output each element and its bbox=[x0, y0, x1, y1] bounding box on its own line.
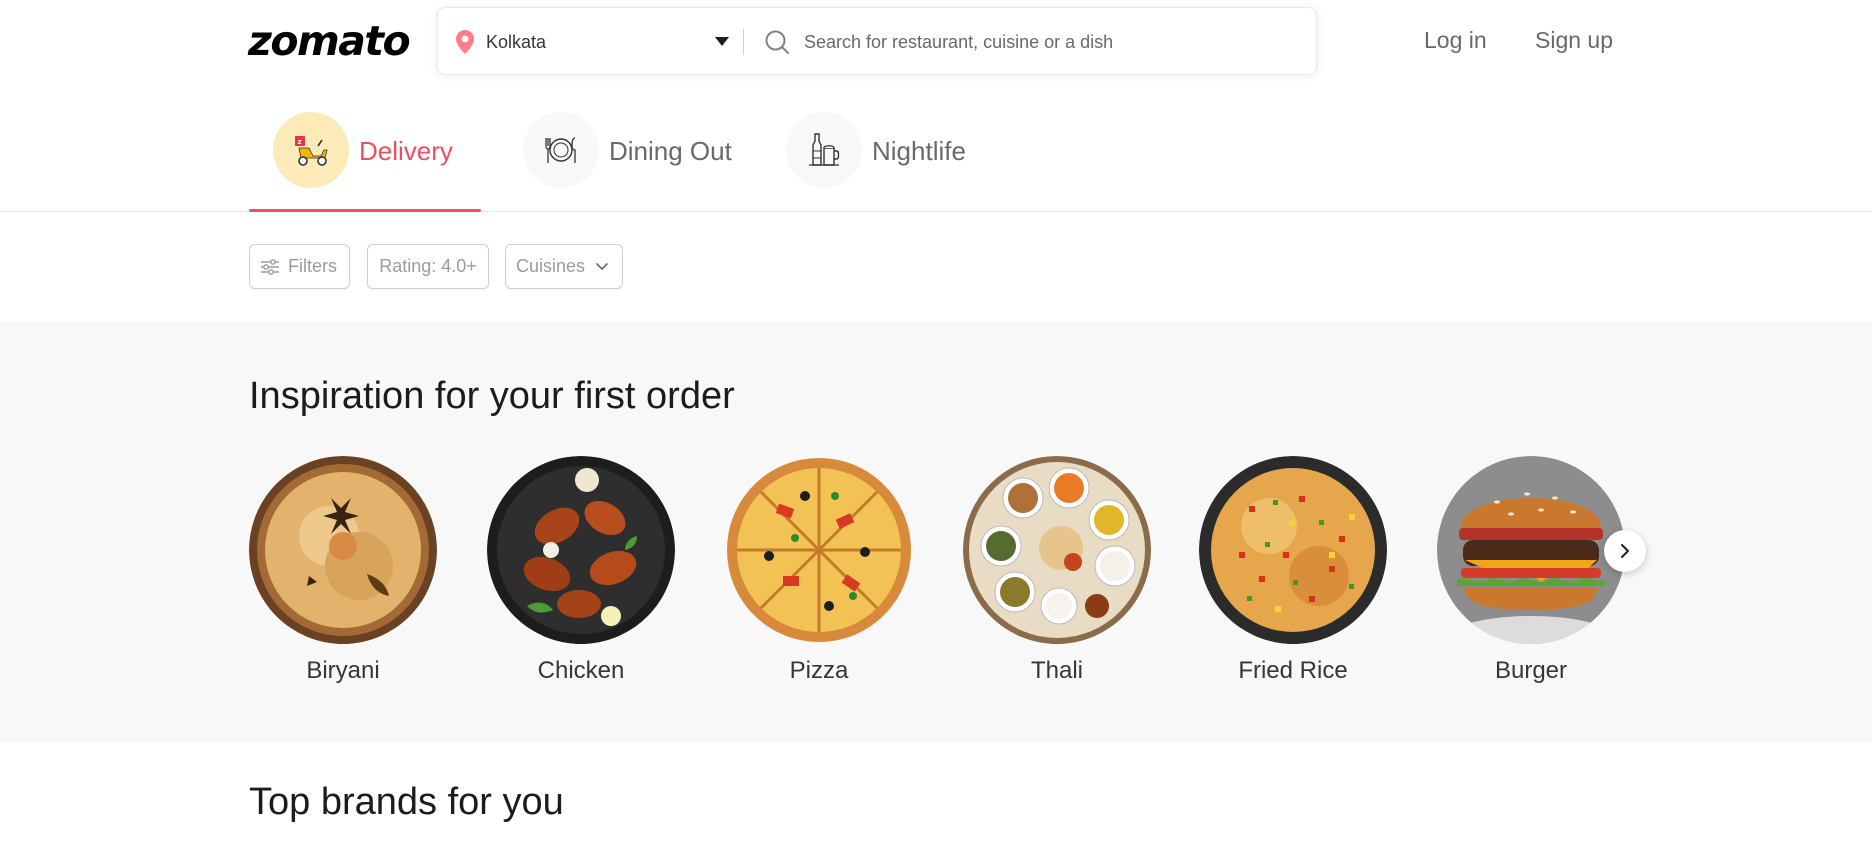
filters-label: Filters bbox=[288, 256, 337, 276]
location-pin-icon bbox=[456, 30, 474, 54]
food-image-chicken bbox=[487, 456, 675, 644]
food-label: Fried Rice bbox=[1238, 657, 1348, 684]
service-tabs: z Delivery Dining Out Nightlife bbox=[0, 100, 1872, 212]
food-image-biryani bbox=[249, 456, 437, 644]
food-item-chicken[interactable]: Chicken bbox=[487, 456, 675, 692]
food-label: Biryani bbox=[306, 657, 380, 684]
tab-icon-circle: z bbox=[273, 112, 349, 188]
signup-link[interactable]: Sign up bbox=[1535, 25, 1613, 55]
search-icon bbox=[765, 30, 789, 54]
tab-label: Delivery bbox=[359, 136, 453, 166]
search-bar: Kolkata bbox=[437, 7, 1317, 75]
chevron-down-icon bbox=[596, 262, 608, 270]
tab-label: Dining Out bbox=[609, 136, 732, 166]
tab-icon-circle bbox=[523, 112, 599, 188]
delivery-scooter-icon: z bbox=[295, 136, 328, 166]
search-input[interactable] bbox=[804, 28, 1294, 56]
location-selector[interactable]: Kolkata bbox=[486, 30, 546, 54]
chevron-right-icon bbox=[1621, 544, 1629, 558]
zomato-logo[interactable]: zomato bbox=[248, 18, 411, 64]
inspiration-section: Inspiration for your first order Biryani bbox=[0, 322, 1872, 742]
food-item-fried-rice[interactable]: Fried Rice bbox=[1199, 456, 1387, 692]
food-image-pizza bbox=[725, 456, 913, 644]
food-item-pizza[interactable]: Pizza bbox=[725, 456, 913, 692]
sliders-icon bbox=[261, 258, 279, 275]
dining-plate-icon bbox=[545, 137, 576, 163]
top-header: zomato Kolkata Log in Sign up bbox=[0, 0, 1872, 82]
tab-nightlife[interactable]: Nightlife bbox=[762, 112, 1002, 212]
active-tab-underline bbox=[249, 209, 481, 212]
login-link[interactable]: Log in bbox=[1424, 25, 1487, 55]
tab-icon-circle bbox=[786, 112, 862, 188]
section-title: Top brands for you bbox=[249, 781, 564, 823]
food-label: Pizza bbox=[789, 657, 849, 684]
section-title: Inspiration for your first order bbox=[249, 375, 735, 417]
filters-button[interactable]: Filters bbox=[249, 244, 350, 289]
carousel-next-button[interactable] bbox=[1604, 530, 1646, 572]
search-divider bbox=[743, 29, 744, 55]
food-item-thali[interactable]: Thali bbox=[963, 456, 1151, 692]
svg-text:z: z bbox=[298, 138, 302, 146]
nightlife-drinks-icon bbox=[809, 133, 840, 166]
food-image-burger bbox=[1437, 456, 1625, 644]
tab-dining-out[interactable]: Dining Out bbox=[499, 112, 749, 212]
food-label: Thali bbox=[1030, 657, 1084, 684]
food-image-thali bbox=[963, 456, 1151, 644]
food-item-burger[interactable]: Burger bbox=[1437, 456, 1625, 692]
cuisines-filter-label: Cuisines bbox=[516, 256, 586, 276]
cuisines-filter-button[interactable]: Cuisines bbox=[505, 244, 623, 289]
food-label: Chicken bbox=[537, 657, 625, 684]
tab-delivery[interactable]: z Delivery bbox=[249, 112, 481, 212]
rating-filter-label: Rating: 4.0+ bbox=[379, 256, 477, 276]
food-label: Burger bbox=[1494, 657, 1568, 684]
food-image-fried-rice bbox=[1199, 456, 1387, 644]
tab-label: Nightlife bbox=[872, 136, 966, 166]
rating-filter-button[interactable]: Rating: 4.0+ bbox=[367, 244, 489, 289]
food-item-biryani[interactable]: Biryani bbox=[249, 456, 437, 692]
chevron-down-icon[interactable] bbox=[715, 37, 729, 46]
